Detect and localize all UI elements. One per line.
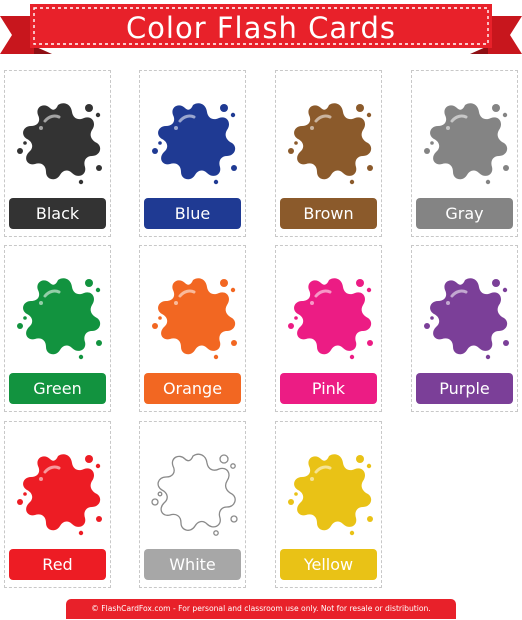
paint-splat-icon — [288, 103, 373, 185]
paint-splat-icon — [152, 278, 237, 360]
color-name-label: Pink — [280, 373, 377, 404]
flash-card: White — [139, 421, 246, 588]
flash-card: Orange — [139, 245, 246, 412]
paint-splat-icon — [288, 454, 373, 536]
color-name-label: Green — [9, 373, 106, 404]
flash-card: Gray — [411, 70, 518, 237]
flash-card: Pink — [275, 245, 382, 412]
color-name-label: Purple — [416, 373, 513, 404]
color-name-label: Red — [9, 549, 106, 580]
paint-splat-icon — [17, 454, 102, 536]
color-name-label: Gray — [416, 198, 513, 229]
color-name-label: Orange — [144, 373, 241, 404]
color-name-label: Black — [9, 198, 106, 229]
paint-splat-icon — [424, 103, 509, 185]
page-title: Color Flash Cards — [125, 11, 397, 45]
flash-card: Green — [4, 245, 111, 412]
color-name-label: Blue — [144, 198, 241, 229]
paint-splat-icon — [152, 103, 237, 185]
flash-card: Black — [4, 70, 111, 237]
paint-splat-icon — [151, 453, 238, 536]
flash-card: Red — [4, 421, 111, 588]
color-name-label: Yellow — [280, 549, 377, 580]
flash-card: Brown — [275, 70, 382, 237]
flash-card: Purple — [411, 245, 518, 412]
title-banner: Color Flash Cards — [0, 0, 522, 58]
flash-card: Blue — [139, 70, 246, 237]
footer-notice: © FlashCardFox.com - For personal and cl… — [66, 599, 456, 619]
paint-splat-icon — [17, 278, 102, 360]
color-name-label: White — [144, 549, 241, 580]
flash-card: Yellow — [275, 421, 382, 588]
color-name-label: Brown — [280, 198, 377, 229]
paint-splat-icon — [424, 278, 509, 360]
paint-splat-icon — [288, 278, 373, 360]
paint-splat-icon — [17, 103, 102, 185]
